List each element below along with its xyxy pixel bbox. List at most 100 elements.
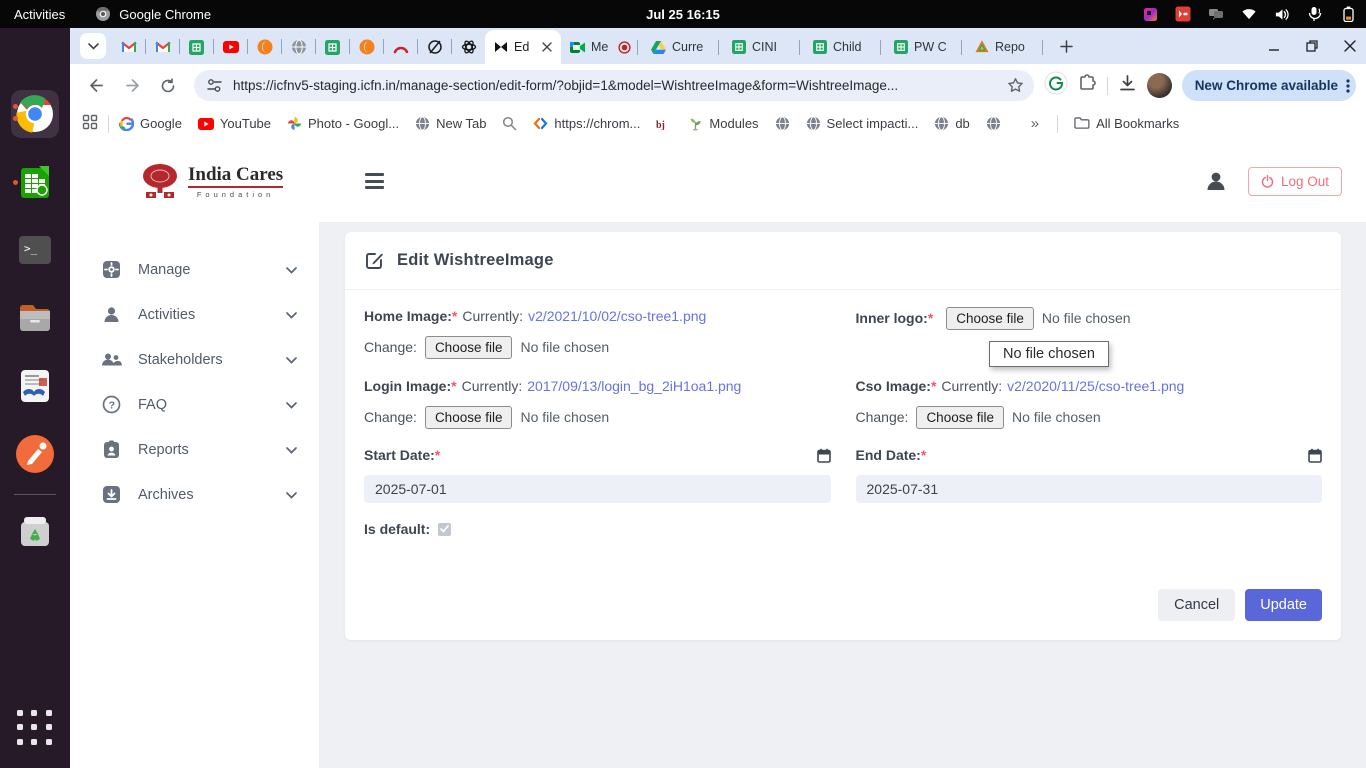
- pinned-tab-orange-site[interactable]: [248, 30, 281, 64]
- home-image-link[interactable]: v2/2021/10/02/cso-tree1.png: [528, 308, 706, 324]
- sidebar-item-activities[interactable]: Activities: [70, 292, 319, 337]
- pinned-tab-orange-site-2[interactable]: [350, 30, 383, 64]
- tab-sheet-pw[interactable]: PW C: [885, 30, 966, 64]
- tab-sheet-child[interactable]: Child: [804, 30, 885, 64]
- calendar-icon[interactable]: [1308, 448, 1322, 463]
- pinned-tab-circle-slash[interactable]: [418, 30, 451, 64]
- home-choose-file-button[interactable]: Choose file: [425, 336, 513, 359]
- grammarly-extension-icon[interactable]: [1044, 71, 1068, 100]
- all-bookmarks-button[interactable]: All Bookmarks: [1068, 113, 1185, 134]
- login-choose-file-button[interactable]: Choose file: [425, 406, 513, 429]
- profile-avatar[interactable]: [1147, 73, 1172, 98]
- show-applications-button[interactable]: [17, 710, 53, 746]
- sheets-icon: [813, 40, 827, 54]
- back-button[interactable]: [80, 70, 112, 102]
- pinned-tab-globe[interactable]: [282, 30, 315, 64]
- restore-button[interactable]: [1306, 40, 1318, 52]
- activities-button[interactable]: Activities: [14, 7, 65, 22]
- site-settings-icon[interactable]: [206, 78, 223, 93]
- bookmark-globe-2[interactable]: [980, 113, 1007, 134]
- cancel-button[interactable]: Cancel: [1158, 589, 1235, 621]
- dock-document-viewer-icon[interactable]: [11, 362, 59, 410]
- sidebar-item-reports[interactable]: Reports: [70, 427, 319, 472]
- pinned-tab-sheets-2[interactable]: [316, 30, 349, 64]
- pinned-tab-sheets[interactable]: [180, 30, 213, 64]
- bookmark-youtube[interactable]: YouTube: [192, 113, 277, 134]
- forward-button[interactable]: [116, 70, 148, 102]
- screenshare-tray-icon[interactable]: [1175, 6, 1191, 22]
- url-text[interactable]: https://icfnv5-staging.icfn.in/manage-se…: [233, 78, 997, 93]
- bookmark-bajaj[interactable]: bj: [650, 115, 678, 133]
- globe-icon: [775, 116, 790, 131]
- dock-chrome-icon[interactable]: [11, 90, 59, 138]
- sidebar-item-stakeholders[interactable]: Stakeholders: [70, 337, 319, 382]
- pinned-tab-chatgpt[interactable]: [452, 30, 485, 64]
- brand-logo[interactable]: India Cares Foundation: [138, 161, 283, 201]
- tab-meet[interactable]: Me: [561, 30, 642, 64]
- tab-drive[interactable]: Curre: [642, 30, 723, 64]
- currently-label: Currently:: [941, 378, 1002, 394]
- pinned-tab-red-arc[interactable]: [384, 30, 417, 64]
- focused-app-name: Google Chrome: [119, 7, 211, 22]
- focused-app-indicator[interactable]: Google Chrome: [95, 6, 211, 22]
- pinned-tab-youtube[interactable]: [214, 30, 247, 64]
- cso-choose-file-button[interactable]: Choose file: [916, 406, 1004, 429]
- omnibox[interactable]: https://icfnv5-staging.icfn.in/manage-se…: [194, 70, 1034, 101]
- volume-icon[interactable]: [1274, 6, 1290, 22]
- dock-libreoffice-calc-icon[interactable]: [11, 158, 59, 206]
- tab-repo[interactable]: Repo: [966, 30, 1047, 64]
- update-button[interactable]: Update: [1245, 589, 1322, 621]
- chrome-update-pill[interactable]: New Chrome available: [1182, 70, 1356, 101]
- sidebar-item-manage[interactable]: Manage: [70, 247, 319, 292]
- hamburger-menu-button[interactable]: [365, 173, 384, 189]
- start-date-input[interactable]: [364, 475, 831, 503]
- new-tab-button[interactable]: [1053, 33, 1079, 59]
- sidebar-item-archives[interactable]: Archives: [70, 472, 319, 517]
- logout-button[interactable]: Log Out: [1248, 167, 1342, 196]
- bookmark-chrom[interactable]: https://chrom...: [527, 113, 646, 134]
- bookmark-select-impact[interactable]: Select impacti...: [800, 113, 925, 134]
- dock-postman-icon[interactable]: [11, 430, 59, 478]
- sidebar-item-faq[interactable]: ? FAQ: [70, 382, 319, 427]
- chat-tray-icon[interactable]: [1208, 6, 1224, 22]
- bookmarks-overflow-chevron[interactable]: »: [1025, 112, 1045, 135]
- close-tab-icon[interactable]: [542, 42, 552, 52]
- wifi-icon[interactable]: [1241, 6, 1257, 22]
- bookmark-search[interactable]: [496, 113, 523, 134]
- active-tab[interactable]: Ed: [485, 30, 561, 64]
- dock-files-icon[interactable]: [11, 294, 59, 342]
- cso-image-link[interactable]: v2/2020/11/25/cso-tree1.png: [1007, 378, 1184, 394]
- bookmark-photos[interactable]: Photo - Googl...: [281, 113, 405, 134]
- is-default-checkbox[interactable]: [438, 523, 451, 536]
- downloads-icon[interactable]: [1118, 74, 1137, 98]
- user-icon[interactable]: [1204, 169, 1228, 193]
- menu-kebab-icon[interactable]: [1346, 78, 1350, 94]
- microphone-icon[interactable]: [1307, 6, 1323, 22]
- tab-search-button[interactable]: [80, 33, 106, 59]
- extensions-icon[interactable]: [1078, 74, 1097, 98]
- site-favicon: [494, 40, 508, 54]
- battery-icon[interactable]: [1340, 6, 1356, 22]
- end-date-input[interactable]: [856, 475, 1323, 503]
- minimize-button[interactable]: [1268, 40, 1280, 52]
- bookmark-modules[interactable]: Modules: [682, 113, 764, 134]
- dock-terminal-icon[interactable]: >_: [11, 226, 59, 274]
- bookmark-google[interactable]: Google: [113, 113, 188, 134]
- pinned-tab-gmail-2[interactable]: [146, 30, 179, 64]
- inner-logo-choose-file-button[interactable]: Choose file: [946, 307, 1034, 330]
- clock[interactable]: Jul 25 16:15: [646, 7, 720, 22]
- bookmark-newtab[interactable]: New Tab: [409, 113, 492, 134]
- search-icon: [502, 116, 517, 131]
- bookmark-star-icon[interactable]: [1007, 77, 1024, 94]
- apps-grid-icon[interactable]: [82, 114, 98, 133]
- dock-trash-icon[interactable]: [11, 508, 59, 556]
- close-window-button[interactable]: [1344, 40, 1356, 52]
- reload-button[interactable]: [152, 70, 184, 102]
- pinned-tab-gmail[interactable]: [112, 30, 145, 64]
- jetbrains-toolbox-tray-icon[interactable]: [1142, 6, 1158, 22]
- calendar-icon[interactable]: [817, 448, 831, 463]
- bookmark-db[interactable]: db: [928, 113, 975, 134]
- login-image-link[interactable]: 2017/09/13/login_bg_2iH1oa1.png: [527, 378, 741, 394]
- tab-sheet-cini[interactable]: CINI: [723, 30, 804, 64]
- bookmark-globe-1[interactable]: [769, 113, 796, 134]
